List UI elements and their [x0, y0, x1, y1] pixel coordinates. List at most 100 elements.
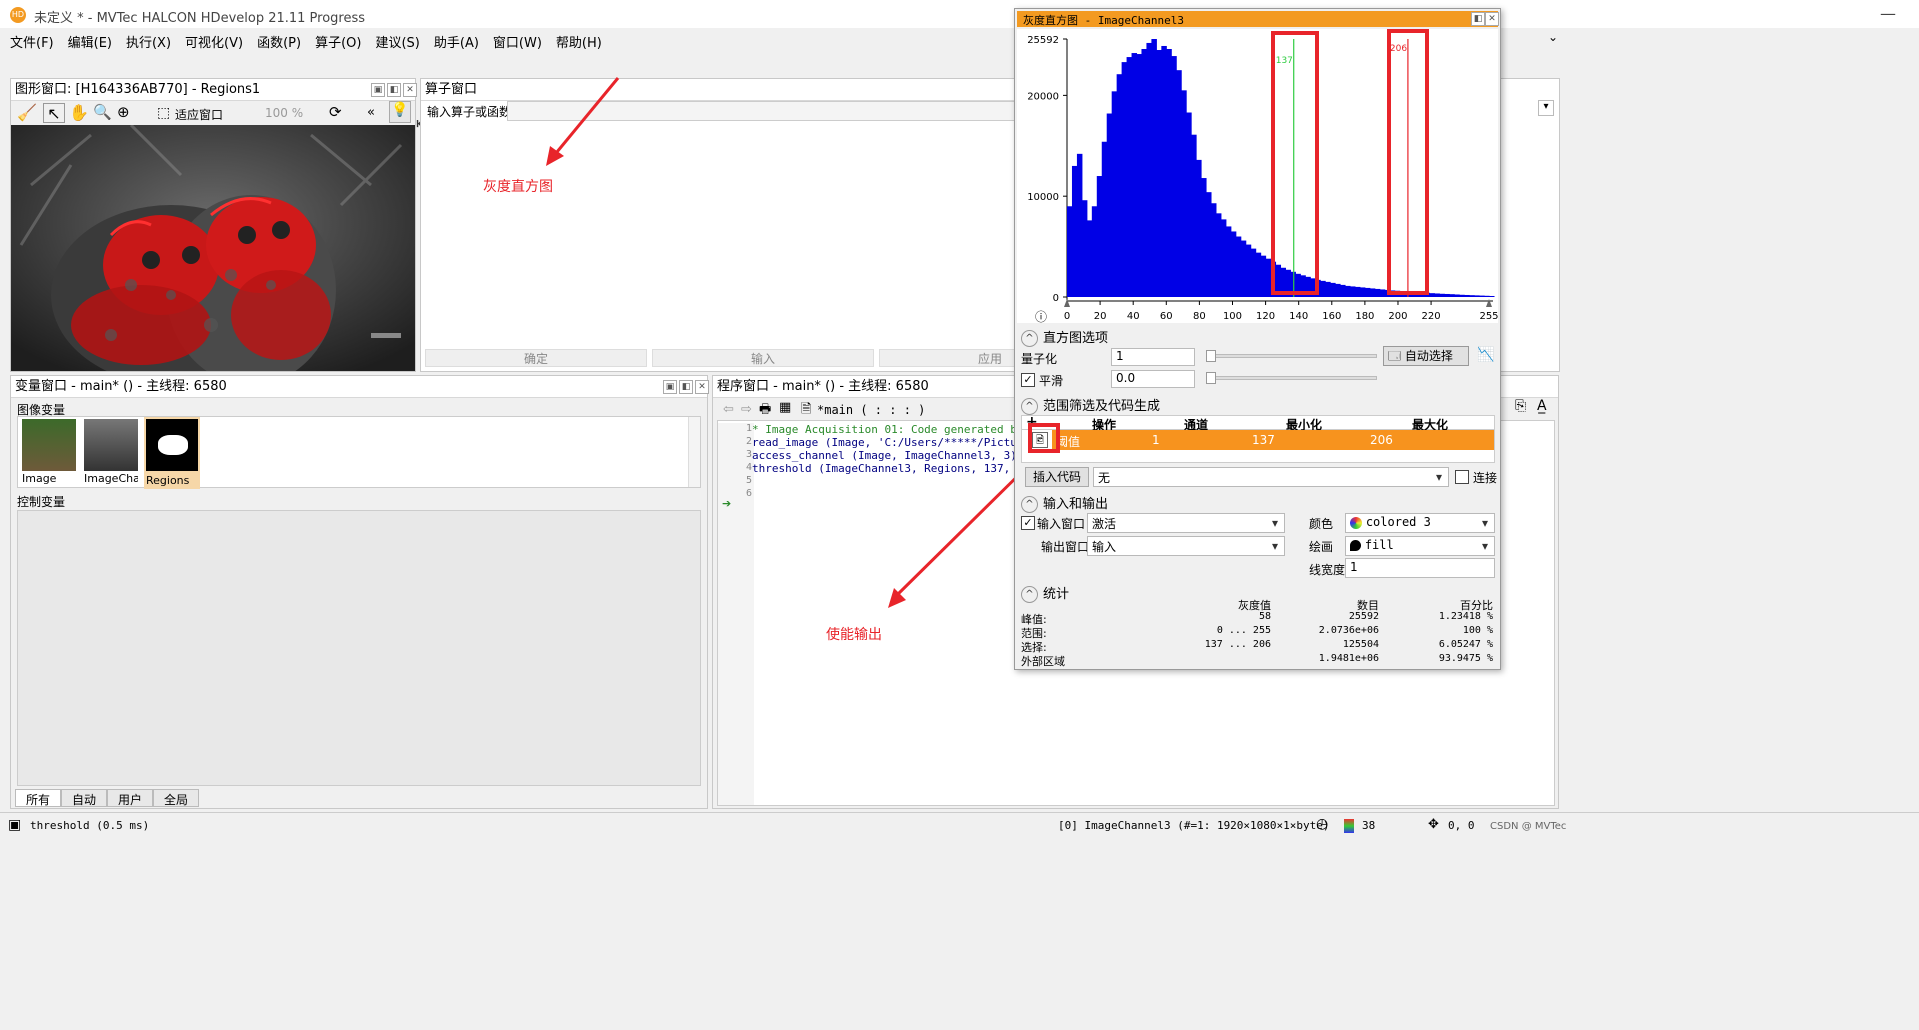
print-icon[interactable]: 🖶 [759, 400, 771, 422]
histogram-bar [1469, 295, 1475, 297]
imagechannel-thumb-label: ImageCha [84, 472, 138, 485]
auto-select-button[interactable]: 🗔 自动选择 [1383, 346, 1469, 366]
menu-item[interactable]: 建议(S) [375, 32, 419, 51]
app-logo-icon: HD [10, 7, 26, 23]
procedure-icon[interactable]: 🗎 [801, 400, 811, 422]
sidebar-tool-icon[interactable]: ⎘ [1515, 398, 1526, 414]
menu-item[interactable]: 执行(X) [126, 32, 171, 51]
color-select[interactable]: colored 3 [1345, 513, 1495, 533]
input-window-checkbox[interactable]: ✓ [1021, 516, 1035, 530]
histogram-bar [1379, 289, 1386, 297]
float-icon[interactable]: ◧ [1471, 12, 1485, 26]
quantization-slider[interactable] [1206, 350, 1377, 362]
watermark: CSDN @ MVTec [1490, 821, 1567, 832]
ok-button[interactable]: 确定 [425, 349, 647, 367]
output-window-select[interactable]: 输入 [1087, 536, 1285, 556]
format-icon[interactable]: A̲ [1537, 398, 1547, 414]
insert-code-select[interactable]: 无 [1093, 467, 1449, 487]
smooth-value: 0.0 [1116, 371, 1136, 385]
range-row[interactable]: 阈值 1 137 206 [1052, 430, 1494, 450]
imagechannel-thumb[interactable]: ImageCha [84, 419, 138, 487]
fit-window-select[interactable]: 适应窗口 [175, 106, 223, 123]
range-table-header: + 操作 通道 最小化 最大化 [1022, 414, 1494, 432]
variable-tab[interactable]: 所有 [15, 789, 62, 807]
hand-icon[interactable]: ✋ [69, 103, 89, 122]
clear-icon[interactable]: 🧹 [17, 103, 37, 122]
zoom-in-icon[interactable]: ⊕ [117, 103, 130, 121]
lightbulb-icon[interactable]: 💡 [389, 101, 411, 123]
float-icon[interactable]: ◧ [387, 83, 401, 97]
dock-dropdown-icon[interactable]: ▾ [1538, 100, 1554, 116]
help-icon[interactable]: ⓘ [1035, 310, 1047, 323]
connect-checkbox[interactable] [1455, 470, 1469, 484]
histogram-bar [1235, 236, 1242, 297]
float-icon[interactable]: ◧ [679, 380, 693, 394]
forward-icon[interactable]: ⇨ [741, 402, 752, 417]
close-icon[interactable]: ✕ [403, 83, 417, 97]
quantization-spinner[interactable]: 1 [1111, 348, 1195, 366]
histogram-bar [1166, 49, 1172, 297]
enter-button[interactable]: 输入 [652, 349, 874, 367]
variable-tab[interactable]: 全局 [153, 789, 200, 807]
histogram-bar [1220, 219, 1227, 297]
smooth-slider[interactable] [1206, 372, 1377, 384]
back-icon[interactable]: ⇦ [723, 402, 734, 417]
regions-thumb[interactable]: Regions [144, 417, 200, 489]
histogram-bar [1156, 50, 1162, 297]
lower-handle-icon[interactable] [1064, 299, 1070, 307]
fit-window-icon[interactable]: ⬚ [157, 105, 170, 121]
insert-code-label: 插入代码 [1032, 470, 1081, 484]
magnifier-icon[interactable]: 🔍 [93, 103, 112, 121]
menu-item[interactable]: 可视化(V) [185, 32, 243, 51]
status-color-icon [1344, 819, 1354, 833]
range-filter-section[interactable]: 范围筛选及代码生成 [1021, 395, 1160, 415]
menu-item[interactable]: 编辑(E) [68, 32, 112, 51]
stats-count: 125504 [1342, 639, 1379, 650]
variable-tab[interactable]: 用户 [107, 789, 154, 807]
insert-code-button[interactable]: 插入代码 [1025, 467, 1089, 487]
more-tools[interactable]: « [367, 105, 375, 120]
block-icon[interactable]: ▦ [779, 400, 791, 415]
x-tick-label: 60 [1160, 311, 1173, 322]
minimize-icon[interactable]: — [1880, 4, 1896, 23]
menu-item[interactable]: 帮助(H) [556, 32, 602, 51]
histogram-bar [1161, 45, 1167, 297]
draw-select[interactable]: fill [1345, 536, 1495, 556]
draw-value: fill [1364, 538, 1394, 552]
connect-label: 连接 [1473, 471, 1498, 485]
chevron-down-icon[interactable]: ⌄ [1548, 30, 1558, 44]
zoom-percent-select[interactable]: 100 % [265, 106, 303, 120]
histogram-bar [1081, 200, 1088, 297]
chart-type-icon[interactable]: 📉 [1477, 347, 1494, 363]
variable-tab[interactable]: 自动 [61, 789, 108, 807]
status-clock-icon: ◷ [1316, 816, 1329, 832]
close-icon[interactable]: ✕ [1485, 12, 1499, 26]
menu-bar: 文件(F) 编辑(E) 执行(X) 可视化(V) 函数(P) 算子(O) 建议(S) 助手(A… [10, 29, 602, 53]
close-icon[interactable]: ✕ [695, 380, 709, 394]
smooth-spinner[interactable]: 0.0 [1111, 370, 1195, 388]
linewidth-spinner[interactable]: 1 [1345, 558, 1495, 578]
draw-mode-icon[interactable]: ⟳ [329, 103, 342, 121]
menu-item[interactable]: 算子(O) [315, 32, 361, 51]
io-section[interactable]: 输入和输出 [1021, 493, 1108, 513]
pointer-icon[interactable]: ↖ [43, 103, 65, 123]
draw-label: 绘画 [1309, 540, 1334, 554]
menu-item[interactable]: 窗口(W) [493, 32, 542, 51]
image-display[interactable] [11, 125, 415, 371]
input-window-select[interactable]: 激活 [1087, 513, 1285, 533]
status-coords: 0, 0 [1448, 819, 1475, 832]
smooth-checkbox[interactable]: ✓ [1021, 373, 1035, 387]
menu-item[interactable]: 函数(P) [257, 32, 301, 51]
stats-pct: 100 % [1462, 625, 1493, 636]
histogram-options-section[interactable]: 直方图选项 [1021, 327, 1108, 347]
menu-item[interactable]: 文件(F) [10, 32, 54, 51]
procedure-select[interactable]: *main ( : : : ) [817, 403, 925, 417]
upper-handle-icon[interactable] [1486, 299, 1492, 307]
image-thumb[interactable]: Image [22, 419, 76, 487]
stats-pct: 93.9475 % [1438, 653, 1493, 664]
code-line[interactable]: * Image Acquisition 01: Code generated b… [752, 423, 1032, 436]
pin-icon[interactable]: ▣ [663, 380, 677, 394]
pin-icon[interactable]: ▣ [371, 83, 385, 97]
scrollbar[interactable] [688, 417, 700, 487]
menu-item[interactable]: 助手(A) [434, 32, 479, 51]
